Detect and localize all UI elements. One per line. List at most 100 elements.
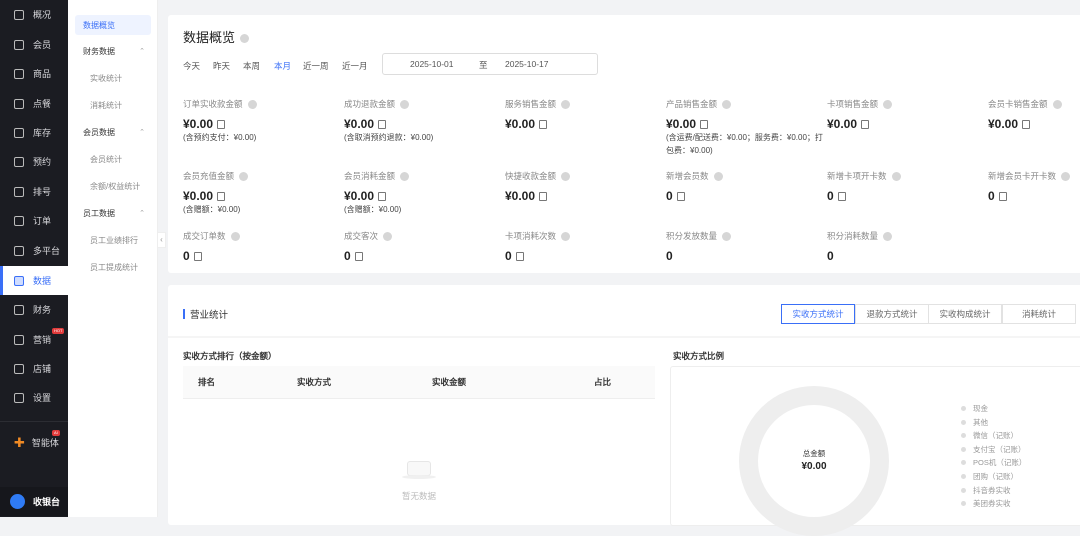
detail-icon[interactable] bbox=[676, 192, 685, 202]
subnav-item[interactable]: 实收统计 bbox=[75, 68, 151, 88]
ai-badge: AI bbox=[52, 430, 60, 436]
legend-label: 团购（记账） bbox=[973, 472, 1018, 481]
help-icon[interactable] bbox=[713, 172, 723, 182]
detail-icon[interactable] bbox=[539, 192, 548, 202]
nav-item-ticket[interactable]: 排号 bbox=[0, 177, 68, 206]
metric-label: 服务销售金额 bbox=[505, 99, 557, 109]
ranking-title: 实收方式排行（按金额） bbox=[183, 351, 277, 361]
nav-item-calendar-check[interactable]: 预约 bbox=[0, 147, 68, 176]
range-option[interactable]: 今天 bbox=[183, 60, 200, 72]
detail-icon[interactable] bbox=[217, 192, 226, 202]
range-option[interactable]: 昨天 bbox=[213, 60, 230, 72]
legend-dot bbox=[961, 474, 966, 479]
help-icon[interactable] bbox=[230, 232, 240, 242]
range-option[interactable]: 本周 bbox=[243, 60, 260, 72]
help-icon[interactable] bbox=[400, 172, 410, 182]
title-accent bbox=[183, 309, 185, 319]
detail-icon[interactable] bbox=[515, 252, 524, 262]
range-option[interactable]: 近一周 bbox=[303, 60, 329, 72]
legend-dot bbox=[961, 501, 966, 507]
nav-item-chart-monitor[interactable]: 数据 bbox=[0, 266, 68, 295]
legend-item[interactable]: 其他 bbox=[961, 417, 988, 428]
help-icon[interactable] bbox=[561, 172, 571, 182]
legend-item[interactable]: 团购（记账） bbox=[961, 471, 1018, 482]
help-icon[interactable] bbox=[383, 232, 393, 242]
detail-icon[interactable] bbox=[998, 192, 1007, 202]
help-icon[interactable] bbox=[1052, 100, 1062, 110]
nav-item-grid[interactable]: 概况 bbox=[0, 0, 68, 29]
nav-item-layers[interactable]: 多平台 bbox=[0, 236, 68, 265]
detail-icon[interactable] bbox=[861, 120, 870, 130]
detail-icon[interactable] bbox=[837, 192, 846, 202]
metric-value: ¥0.00 bbox=[344, 117, 375, 131]
stat-tab[interactable]: 消耗统计 bbox=[1002, 304, 1076, 324]
subnav-item[interactable]: 员工提成统计 bbox=[75, 257, 151, 277]
help-icon[interactable] bbox=[1061, 172, 1071, 182]
help-icon[interactable] bbox=[239, 172, 249, 182]
legend-item[interactable]: 抖音券实收 bbox=[961, 485, 1011, 496]
detail-icon[interactable] bbox=[539, 120, 548, 130]
legend-item[interactable]: 现金 bbox=[961, 403, 988, 414]
subnav-item[interactable]: 余额/权益统计 bbox=[75, 176, 151, 196]
date-start[interactable]: 2025-10-01 bbox=[410, 59, 453, 69]
nav-item-ai-agent[interactable]: ✚ 智能体 AI bbox=[0, 428, 68, 457]
metric-label: 卡项销售金额 bbox=[827, 99, 879, 109]
cashier-button[interactable]: 收银台 bbox=[0, 487, 68, 516]
legend-item[interactable]: 微信（记账） bbox=[961, 430, 1018, 441]
nav-label: 会员 bbox=[33, 40, 52, 50]
page-title: 数据概览 bbox=[183, 27, 250, 46]
detail-icon[interactable] bbox=[378, 120, 387, 130]
detail-icon[interactable] bbox=[378, 192, 387, 202]
detail-icon[interactable] bbox=[700, 120, 709, 130]
detail-icon[interactable] bbox=[193, 252, 202, 262]
subnav-item[interactable]: 财务数据 ⌃ bbox=[75, 41, 151, 61]
nav-item-marketing[interactable]: 营销 HOT bbox=[0, 325, 68, 354]
subnav-item[interactable]: 数据概览 bbox=[75, 15, 151, 35]
stat-tab[interactable]: 实收方式统计 bbox=[781, 304, 855, 324]
help-icon[interactable] bbox=[883, 100, 893, 110]
range-option[interactable]: 近一月 bbox=[342, 60, 368, 72]
help-icon[interactable] bbox=[247, 100, 257, 110]
metric-value: ¥0.00 bbox=[988, 117, 1019, 131]
metric-value: ¥0.00 bbox=[505, 117, 536, 131]
collapse-toggle[interactable]: ‹ bbox=[157, 232, 166, 248]
nav-item-clipboard[interactable]: 订单 bbox=[0, 206, 68, 235]
nav-item-warehouse[interactable]: 库存 bbox=[0, 118, 68, 147]
range-option[interactable]: 本月 bbox=[274, 60, 291, 72]
nav-item-crown[interactable]: 会员 bbox=[0, 30, 68, 59]
detail-icon[interactable] bbox=[1022, 120, 1031, 130]
nav-item-box[interactable]: 商品 bbox=[0, 59, 68, 88]
detail-icon[interactable] bbox=[354, 252, 363, 262]
nav-item-dish[interactable]: 点餐 bbox=[0, 89, 68, 118]
date-end[interactable]: 2025-10-17 bbox=[505, 59, 548, 69]
subnav-item[interactable]: 会员数据 ⌃ bbox=[75, 122, 151, 142]
nav-item-gear[interactable]: 设置 bbox=[0, 383, 68, 412]
metric-sub: (含赠额：¥0.00) bbox=[183, 205, 241, 214]
detail-icon[interactable] bbox=[217, 120, 226, 130]
nav-item-finance[interactable]: 财务 bbox=[0, 295, 68, 324]
metric-value: 0 bbox=[666, 249, 673, 263]
help-icon[interactable] bbox=[891, 172, 901, 182]
help-icon[interactable] bbox=[722, 100, 732, 110]
metric-card: 成功退款金额 ¥0.00 (含取消预约退款：¥0.00) bbox=[344, 98, 504, 144]
help-icon[interactable] bbox=[561, 100, 571, 110]
nav-label: 营销 bbox=[33, 335, 52, 345]
help-icon[interactable] bbox=[400, 100, 410, 110]
help-icon[interactable] bbox=[561, 232, 571, 242]
help-icon[interactable] bbox=[883, 232, 893, 242]
legend-item[interactable]: 美团券实收 bbox=[961, 498, 1011, 509]
stat-tab[interactable]: 实收构成统计 bbox=[928, 304, 1002, 324]
stat-tab[interactable]: 退款方式统计 bbox=[855, 304, 929, 324]
subnav-item[interactable]: 消耗统计 bbox=[75, 95, 151, 115]
nav-item-store[interactable]: 店铺 bbox=[0, 354, 68, 383]
help-icon[interactable] bbox=[722, 232, 732, 242]
legend-item[interactable]: POS机（记账） bbox=[961, 457, 1026, 468]
date-range-picker[interactable]: 2025-10-01 至 2025-10-17 bbox=[382, 53, 598, 75]
subnav-item[interactable]: 员工业绩排行 bbox=[75, 230, 151, 250]
subnav-item[interactable]: 员工数据 ⌃ bbox=[75, 203, 151, 223]
metric-value: 0 bbox=[988, 189, 995, 203]
subnav-item[interactable]: 会员统计 bbox=[75, 149, 151, 169]
legend-item[interactable]: 支付宝（记账） bbox=[961, 444, 1026, 455]
help-icon[interactable] bbox=[240, 34, 250, 44]
metric-value: ¥0.00 bbox=[827, 117, 858, 131]
